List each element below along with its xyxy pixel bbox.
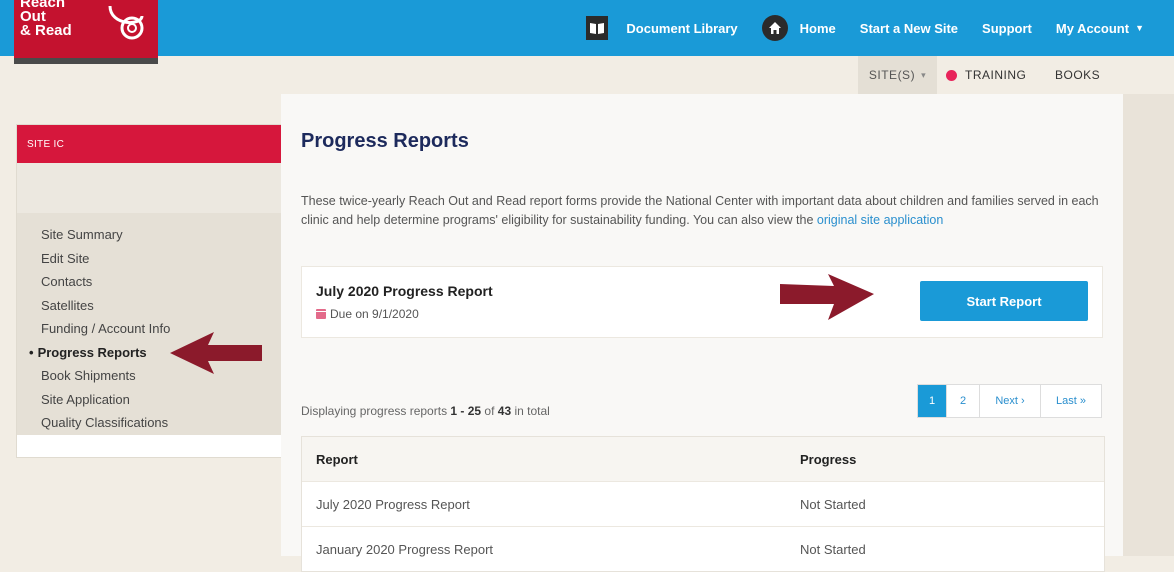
reach-out-and-read-logo[interactable]: Reach Out & Read xyxy=(14,0,158,64)
current-report-due: Due on 9/1/2020 xyxy=(316,307,419,321)
caret-down-icon: ▾ xyxy=(921,69,927,80)
sites-label: SITE(S) xyxy=(868,68,916,82)
nav-home-label: Home xyxy=(799,20,836,36)
nav-training-label: TRAINING xyxy=(965,68,1027,82)
pagination-summary: Displaying progress reports 1 - 25 of 43… xyxy=(301,404,550,418)
sidebar-footer xyxy=(17,435,281,457)
report-progress-cell: Not Started xyxy=(800,496,866,512)
start-report-button[interactable]: Start Report xyxy=(920,281,1088,321)
calendar-icon xyxy=(316,309,326,319)
summary-prefix: Displaying progress reports xyxy=(301,404,451,418)
summary-total: 43 xyxy=(497,404,512,418)
summary-range: 1 - 25 xyxy=(450,404,482,418)
status-dot-icon xyxy=(946,69,957,81)
current-report-due-text: Due on 9/1/2020 xyxy=(330,307,419,321)
sites-dropdown[interactable]: SITE(S) ▾ xyxy=(858,56,937,94)
report-name-cell: January 2020 Progress Report xyxy=(316,541,494,557)
summary-of: of xyxy=(481,404,498,418)
summary-suffix: in total xyxy=(511,404,550,418)
next-page-button[interactable]: Next › xyxy=(980,385,1041,417)
nav-my-account-label: My Account xyxy=(1055,20,1130,36)
current-report-card: July 2020 Progress Report Due on 9/1/202… xyxy=(301,266,1103,338)
original-site-application-link[interactable]: original site application xyxy=(817,213,943,227)
main-content: Progress Reports These twice-yearly Reac… xyxy=(281,94,1123,572)
nav-my-account[interactable]: My Account ▼ xyxy=(1056,21,1144,36)
nav-document-library[interactable]: Document Library xyxy=(586,16,738,40)
sidebar-menu: Site Summary Edit Site Contacts Satellit… xyxy=(17,213,281,435)
home-icon xyxy=(761,15,788,41)
annotation-arrow-left-icon xyxy=(170,332,262,374)
last-page-button[interactable]: Last » xyxy=(1041,385,1101,417)
stethoscope-icon xyxy=(108,5,144,40)
main-nav: Document Library Home Start a New Site S… xyxy=(562,0,1144,56)
table-row[interactable]: July 2020 Progress Report Not Started xyxy=(302,481,1104,526)
report-progress-cell: Not Started xyxy=(800,541,866,557)
page-title: Progress Reports xyxy=(301,130,469,152)
intro-paragraph: These twice-yearly Reach Out and Read re… xyxy=(301,192,1107,230)
column-header-progress: Progress xyxy=(800,451,857,467)
column-header-report: Report xyxy=(316,451,358,467)
page-1-button[interactable]: 1 xyxy=(918,385,947,417)
book-icon xyxy=(586,16,609,40)
pagination: 1 2 Next › Last » xyxy=(917,384,1102,418)
right-gutter xyxy=(1123,94,1174,556)
nav-support[interactable]: Support xyxy=(982,21,1032,36)
nav-start-new-site[interactable]: Start a New Site xyxy=(860,21,958,36)
intro-text: These twice-yearly Reach Out and Read re… xyxy=(301,194,1099,227)
sidebar-item-contacts[interactable]: Contacts xyxy=(41,270,281,294)
page-2-button[interactable]: 2 xyxy=(947,385,980,417)
current-report-title: July 2020 Progress Report xyxy=(316,283,493,299)
caret-down-icon: ▼ xyxy=(1135,23,1144,33)
table-header-row: Report Progress xyxy=(302,437,1104,481)
top-navigation-bar: Document Library Home Start a New Site S… xyxy=(0,0,1174,56)
site-sidebar: SITE IC Site Summary Edit Site Contacts … xyxy=(16,124,282,458)
progress-reports-table: Report Progress July 2020 Progress Repor… xyxy=(301,436,1105,572)
nav-document-library-label: Document Library xyxy=(626,20,738,36)
sidebar-item-site-application[interactable]: Site Application xyxy=(41,388,281,412)
annotation-arrow-right-icon xyxy=(780,274,874,320)
logo-text: Reach Out & Read xyxy=(20,0,72,39)
table-row[interactable]: January 2020 Progress Report Not Started xyxy=(302,526,1104,571)
sidebar-blank-area xyxy=(17,163,281,213)
report-name-cell: July 2020 Progress Report xyxy=(316,496,470,512)
sidebar-item-edit-site[interactable]: Edit Site xyxy=(41,247,281,271)
nav-books[interactable]: BOOKS xyxy=(1055,56,1100,94)
secondary-nav: SITE(S) ▾ TRAINING BOOKS xyxy=(0,56,1174,94)
sidebar-header: SITE IC xyxy=(17,125,281,163)
nav-training[interactable]: TRAINING xyxy=(946,56,1026,94)
sidebar-item-quality-classifications[interactable]: Quality Classifications xyxy=(41,411,281,435)
sidebar-item-site-summary[interactable]: Site Summary xyxy=(41,223,281,247)
sidebar-item-satellites[interactable]: Satellites xyxy=(41,294,281,318)
nav-home[interactable]: Home xyxy=(761,15,836,41)
